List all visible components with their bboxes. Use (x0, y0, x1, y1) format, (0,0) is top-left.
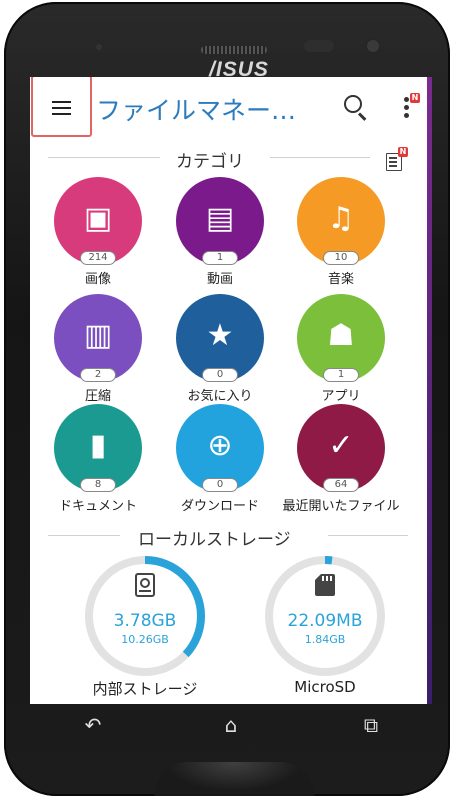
count-badge: 10 (323, 251, 359, 265)
earpiece-speaker (201, 46, 267, 54)
back-button[interactable]: ↶ (78, 711, 108, 739)
category-zip[interactable]: ▥ 2 圧縮 (38, 294, 158, 414)
microsd-card[interactable]: 22.09MB 1.84GB MicroSD (262, 553, 392, 696)
edit-categories-button[interactable]: N (380, 145, 410, 173)
category-label: お気に入り (187, 389, 253, 404)
categories-title: カテゴリ (176, 152, 244, 172)
zip-icon: ▥ (83, 318, 113, 353)
search-button[interactable] (342, 93, 370, 121)
category-recent-check[interactable]: ✓ 64 最近開いたファイル (281, 404, 401, 524)
category-download[interactable]: ⊕ 0 ダウンロード (160, 404, 280, 524)
category-document[interactable]: ▮ 8 ドキュメント (38, 404, 158, 524)
count-text: 214 (88, 252, 108, 263)
count-badge: 1 (323, 368, 359, 382)
count-text: 8 (94, 479, 102, 490)
count-text: 64 (334, 479, 348, 490)
proximity-sensor (96, 44, 102, 50)
category-star[interactable]: ★ 0 お気に入り (160, 294, 280, 414)
edit-new-badge: N (398, 147, 408, 157)
count-text: 1 (216, 252, 224, 263)
count-text: 0 (216, 369, 224, 380)
category-label: 動画 (206, 272, 233, 287)
count-text: 2 (94, 369, 102, 380)
screen-edge-accent (427, 77, 432, 704)
categories-header: カテゴリ (30, 145, 427, 172)
category-label: 最近開いたファイル (282, 499, 400, 514)
android-icon: ☗ (327, 318, 355, 353)
category-label: アプリ (321, 389, 361, 404)
category-video[interactable]: ▤ 1 動画 (160, 177, 280, 297)
category-label: ドキュメント (58, 499, 137, 514)
internal-storage-card[interactable]: 3.78GB 10.26GB 内部ストレージ (82, 553, 212, 698)
internal-total: 10.26GB (121, 633, 169, 646)
category-image[interactable]: ▣ 214 画像 (38, 177, 158, 297)
count-badge: 8 (80, 478, 116, 492)
storage-title: ローカルストレージ (138, 530, 291, 550)
count-text: 10 (334, 252, 348, 263)
microsd-total: 1.84GB (304, 633, 346, 646)
navigation-bar: ↶ ⌂ ⧉ (30, 705, 432, 745)
count-badge: 0 (202, 368, 238, 382)
category-label: 圧縮 (84, 389, 111, 404)
recents-button[interactable]: ⧉ (356, 711, 386, 739)
app-bar: ファイルマネー… N (30, 77, 427, 139)
category-android[interactable]: ☗ 1 アプリ (281, 294, 401, 414)
screen: ファイルマネー… N カテゴリ N ▣ 214 画像 ▤ 1 動画 ♫ 10 音楽 ▥ 2 圧縮 ★ 0 お… (30, 77, 432, 704)
count-badge: 0 (202, 478, 238, 492)
hard-drive-icon (134, 573, 156, 597)
count-badge: 64 (323, 478, 359, 492)
internal-storage-label: 内部ストレージ (92, 680, 198, 698)
star-icon: ★ (206, 318, 234, 353)
image-icon: ▣ (83, 201, 113, 236)
more-options-button[interactable]: N (400, 93, 422, 123)
download-icon: ⊕ (207, 428, 233, 463)
category-label: ダウンロード (180, 499, 259, 514)
count-text: 1 (337, 369, 345, 380)
document-icon: ▮ (89, 428, 107, 463)
app-title: ファイルマネー… (96, 96, 297, 125)
music-icon: ♫ (327, 201, 355, 236)
category-label: 音楽 (327, 272, 354, 287)
home-icon: ⌂ (224, 713, 238, 737)
phone-chin (154, 762, 314, 796)
internal-used: 3.78GB (113, 611, 177, 631)
microsd-used: 22.09MB (287, 611, 363, 631)
recent-check-icon: ✓ (328, 428, 354, 463)
recents-icon: ⧉ (363, 713, 379, 737)
category-label: 画像 (84, 272, 111, 287)
video-icon: ▤ (205, 201, 235, 236)
microsd-label: MicroSD (294, 678, 356, 696)
new-badge: N (410, 93, 420, 103)
front-sensor (304, 40, 334, 52)
category-music[interactable]: ♫ 10 音楽 (281, 177, 401, 297)
back-icon: ↶ (84, 713, 102, 737)
count-badge: 1 (202, 251, 238, 265)
storage-header: ローカルストレージ (30, 523, 427, 550)
front-camera (367, 40, 379, 52)
count-badge: 2 (80, 368, 116, 382)
count-badge: 214 (80, 251, 116, 265)
count-text: 0 (216, 479, 224, 490)
menu-button[interactable] (31, 77, 92, 137)
sd-card-icon (314, 573, 336, 597)
home-button[interactable]: ⌂ (216, 711, 246, 739)
